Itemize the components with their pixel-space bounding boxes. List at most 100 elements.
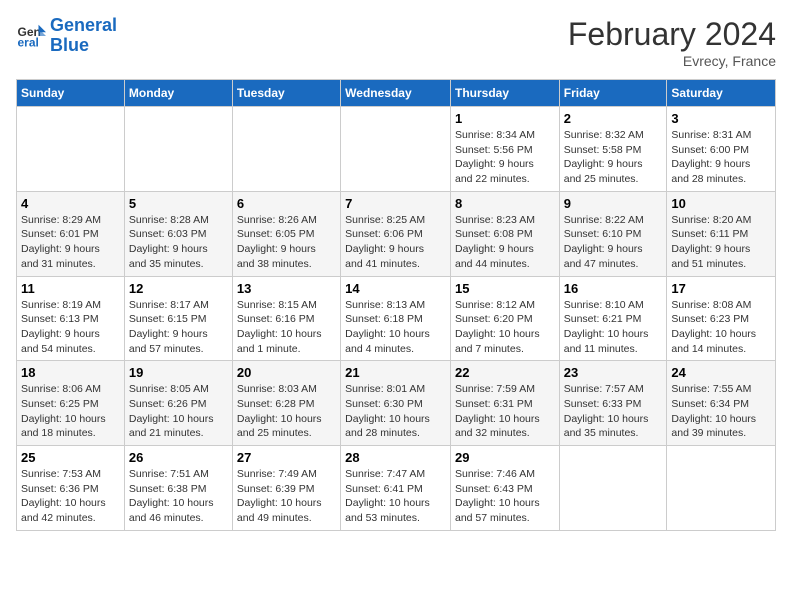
day-info: Sunrise: 8:19 AM Sunset: 6:13 PM Dayligh… [21, 298, 120, 357]
day-number: 8 [455, 196, 555, 211]
day-info: Sunrise: 8:20 AM Sunset: 6:11 PM Dayligh… [671, 213, 771, 272]
calendar-cell: 21 Sunrise: 8:01 AM Sunset: 6:30 PM Dayli… [341, 361, 451, 446]
col-header-monday: Monday [124, 80, 232, 107]
day-number: 1 [455, 111, 555, 126]
day-number: 12 [129, 281, 228, 296]
col-header-wednesday: Wednesday [341, 80, 451, 107]
day-number: 3 [671, 111, 771, 126]
day-info: Sunrise: 8:32 AM Sunset: 5:58 PM Dayligh… [564, 128, 663, 187]
calendar-cell [17, 107, 125, 192]
title-area: February 2024 Evrecy, France [568, 16, 776, 69]
day-info: Sunrise: 7:51 AM Sunset: 6:38 PM Dayligh… [129, 467, 228, 526]
day-number: 14 [345, 281, 446, 296]
calendar-cell: 1Sunrise: 8:34 AM Sunset: 5:56 PM Daylig… [450, 107, 559, 192]
day-number: 16 [564, 281, 663, 296]
calendar-cell: 23 Sunrise: 7:57 AM Sunset: 6:33 PM Dayli… [559, 361, 667, 446]
day-info: Sunrise: 7:53 AM Sunset: 6:36 PM Dayligh… [21, 467, 120, 526]
calendar-cell: 19 Sunrise: 8:05 AM Sunset: 6:26 PM Dayli… [124, 361, 232, 446]
day-number: 9 [564, 196, 663, 211]
day-number: 7 [345, 196, 446, 211]
calendar-cell: 26 Sunrise: 7:51 AM Sunset: 6:38 PM Dayli… [124, 446, 232, 531]
day-number: 6 [237, 196, 336, 211]
calendar-cell: 13 Sunrise: 8:15 AM Sunset: 6:16 PM Dayli… [232, 276, 340, 361]
main-title: February 2024 [568, 16, 776, 53]
col-header-tuesday: Tuesday [232, 80, 340, 107]
week-row-2: 4 Sunrise: 8:29 AM Sunset: 6:01 PM Daylig… [17, 191, 776, 276]
day-info: Sunrise: 7:59 AM Sunset: 6:31 PM Dayligh… [455, 382, 555, 441]
day-info: Sunrise: 8:13 AM Sunset: 6:18 PM Dayligh… [345, 298, 446, 357]
calendar-cell: 25 Sunrise: 7:53 AM Sunset: 6:36 PM Dayli… [17, 446, 125, 531]
day-info: Sunrise: 8:03 AM Sunset: 6:28 PM Dayligh… [237, 382, 336, 441]
day-number: 13 [237, 281, 336, 296]
day-info: Sunrise: 8:26 AM Sunset: 6:05 PM Dayligh… [237, 213, 336, 272]
day-info: Sunrise: 8:22 AM Sunset: 6:10 PM Dayligh… [564, 213, 663, 272]
day-info: Sunrise: 8:23 AM Sunset: 6:08 PM Dayligh… [455, 213, 555, 272]
page-header: Gen eral GeneralBlue February 2024 Evrec… [16, 16, 776, 69]
calendar-cell [559, 446, 667, 531]
day-info: Sunrise: 8:25 AM Sunset: 6:06 PM Dayligh… [345, 213, 446, 272]
col-header-sunday: Sunday [17, 80, 125, 107]
day-number: 19 [129, 365, 228, 380]
day-info: Sunrise: 8:06 AM Sunset: 6:25 PM Dayligh… [21, 382, 120, 441]
day-info: Sunrise: 7:57 AM Sunset: 6:33 PM Dayligh… [564, 382, 663, 441]
calendar-cell: 20 Sunrise: 8:03 AM Sunset: 6:28 PM Dayli… [232, 361, 340, 446]
day-info: Sunrise: 8:17 AM Sunset: 6:15 PM Dayligh… [129, 298, 228, 357]
calendar-cell: 17Sunrise: 8:08 AM Sunset: 6:23 PM Dayli… [667, 276, 776, 361]
logo-text: GeneralBlue [50, 16, 117, 56]
day-info: Sunrise: 8:29 AM Sunset: 6:01 PM Dayligh… [21, 213, 120, 272]
week-row-5: 25 Sunrise: 7:53 AM Sunset: 6:36 PM Dayli… [17, 446, 776, 531]
calendar-cell: 7 Sunrise: 8:25 AM Sunset: 6:06 PM Daylig… [341, 191, 451, 276]
col-header-friday: Friday [559, 80, 667, 107]
day-number: 24 [671, 365, 771, 380]
day-number: 21 [345, 365, 446, 380]
calendar-cell: 14 Sunrise: 8:13 AM Sunset: 6:18 PM Dayli… [341, 276, 451, 361]
day-number: 26 [129, 450, 228, 465]
day-number: 27 [237, 450, 336, 465]
day-number: 20 [237, 365, 336, 380]
calendar-cell: 4 Sunrise: 8:29 AM Sunset: 6:01 PM Daylig… [17, 191, 125, 276]
day-number: 15 [455, 281, 555, 296]
day-number: 4 [21, 196, 120, 211]
day-number: 25 [21, 450, 120, 465]
logo: Gen eral GeneralBlue [16, 16, 117, 56]
day-info: Sunrise: 7:55 AM Sunset: 6:34 PM Dayligh… [671, 382, 771, 441]
calendar-cell: 2 Sunrise: 8:32 AM Sunset: 5:58 PM Daylig… [559, 107, 667, 192]
day-number: 5 [129, 196, 228, 211]
col-header-saturday: Saturday [667, 80, 776, 107]
calendar-table: SundayMondayTuesdayWednesdayThursdayFrid… [16, 79, 776, 531]
calendar-cell: 11Sunrise: 8:19 AM Sunset: 6:13 PM Dayli… [17, 276, 125, 361]
day-number: 23 [564, 365, 663, 380]
calendar-cell: 29Sunrise: 7:46 AM Sunset: 6:43 PM Dayli… [450, 446, 559, 531]
calendar-cell: 28 Sunrise: 7:47 AM Sunset: 6:41 PM Dayli… [341, 446, 451, 531]
day-info: Sunrise: 8:05 AM Sunset: 6:26 PM Dayligh… [129, 382, 228, 441]
day-info: Sunrise: 7:49 AM Sunset: 6:39 PM Dayligh… [237, 467, 336, 526]
calendar-cell: 5 Sunrise: 8:28 AM Sunset: 6:03 PM Daylig… [124, 191, 232, 276]
col-header-thursday: Thursday [450, 80, 559, 107]
day-number: 18 [21, 365, 120, 380]
svg-text:eral: eral [18, 35, 39, 49]
calendar-cell [341, 107, 451, 192]
subtitle: Evrecy, France [568, 53, 776, 69]
day-number: 28 [345, 450, 446, 465]
day-info: Sunrise: 7:46 AM Sunset: 6:43 PM Dayligh… [455, 467, 555, 526]
day-number: 2 [564, 111, 663, 126]
calendar-cell: 15Sunrise: 8:12 AM Sunset: 6:20 PM Dayli… [450, 276, 559, 361]
calendar-cell [232, 107, 340, 192]
day-info: Sunrise: 8:15 AM Sunset: 6:16 PM Dayligh… [237, 298, 336, 357]
calendar-cell [667, 446, 776, 531]
calendar-cell: 10Sunrise: 8:20 AM Sunset: 6:11 PM Dayli… [667, 191, 776, 276]
day-info: Sunrise: 7:47 AM Sunset: 6:41 PM Dayligh… [345, 467, 446, 526]
calendar-cell: 3 Sunrise: 8:31 AM Sunset: 6:00 PM Daylig… [667, 107, 776, 192]
day-info: Sunrise: 8:01 AM Sunset: 6:30 PM Dayligh… [345, 382, 446, 441]
calendar-cell: 27 Sunrise: 7:49 AM Sunset: 6:39 PM Dayli… [232, 446, 340, 531]
day-info: Sunrise: 8:28 AM Sunset: 6:03 PM Dayligh… [129, 213, 228, 272]
week-row-1: 1Sunrise: 8:34 AM Sunset: 5:56 PM Daylig… [17, 107, 776, 192]
calendar-cell: 22Sunrise: 7:59 AM Sunset: 6:31 PM Dayli… [450, 361, 559, 446]
calendar-cell: 8 Sunrise: 8:23 AM Sunset: 6:08 PM Daylig… [450, 191, 559, 276]
calendar-cell [124, 107, 232, 192]
calendar-cell: 16Sunrise: 8:10 AM Sunset: 6:21 PM Dayli… [559, 276, 667, 361]
day-number: 17 [671, 281, 771, 296]
calendar-cell: 12 Sunrise: 8:17 AM Sunset: 6:15 PM Dayli… [124, 276, 232, 361]
day-info: Sunrise: 8:31 AM Sunset: 6:00 PM Dayligh… [671, 128, 771, 187]
logo-icon: Gen eral [16, 21, 46, 51]
